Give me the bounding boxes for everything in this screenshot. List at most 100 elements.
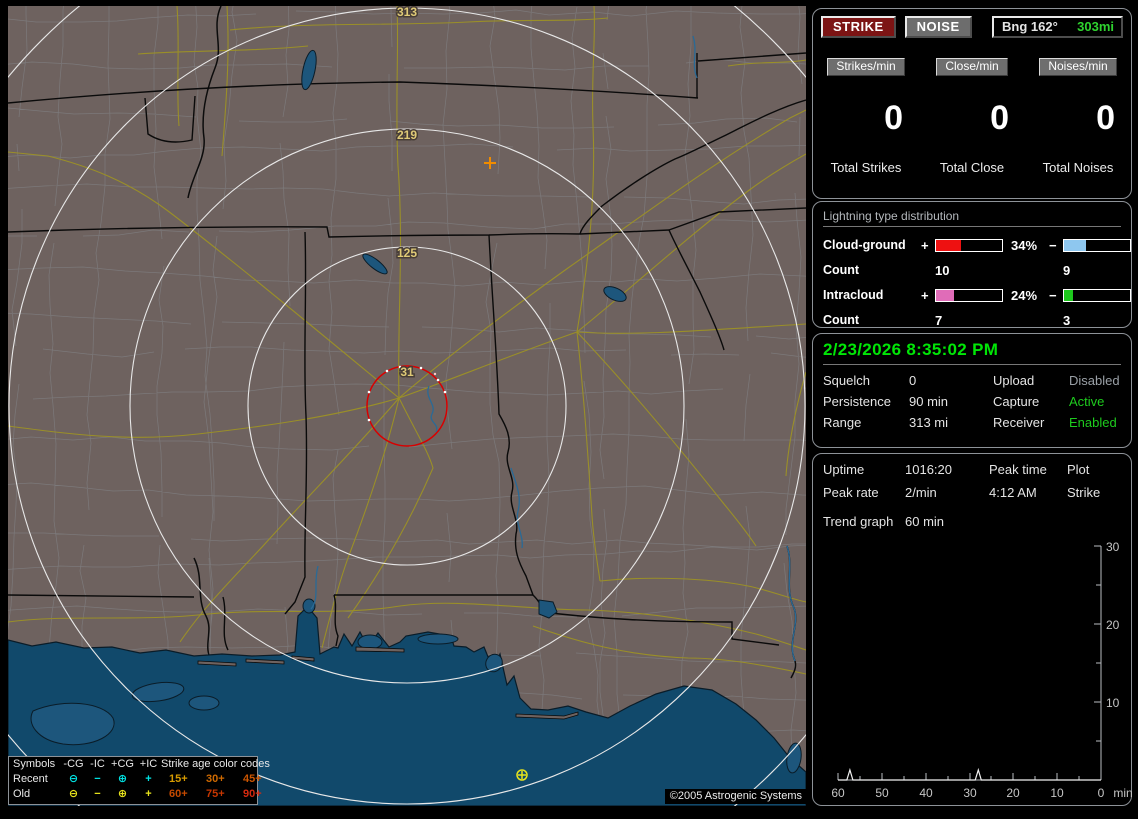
upload-value: Disabled	[1069, 373, 1120, 388]
peak-rate-label: Peak rate	[823, 485, 879, 500]
trend-axes	[837, 545, 1102, 781]
legend-age-header: Strike age color codes	[161, 758, 270, 770]
squelch-value: 0	[909, 373, 917, 388]
ic-minus-bar	[1063, 288, 1131, 302]
intracloud-label: Intracloud	[823, 288, 884, 302]
svg-text:30: 30	[963, 786, 977, 800]
legend-col-neg-cg: -CG	[63, 758, 84, 770]
ring-label-313: 313	[397, 6, 417, 19]
trend-window-value: 60 min	[905, 514, 945, 529]
age-75: 75+	[206, 788, 225, 800]
peak-rate-value: 2/min	[905, 485, 937, 500]
cg-plus-pct: 34%	[1011, 237, 1038, 253]
age-90: 90+	[243, 788, 262, 800]
cloud-ground-row: Cloud-ground + 34% − 31%	[823, 233, 1131, 257]
svg-text:0: 0	[1098, 786, 1105, 800]
legend-symbols-header: Symbols	[13, 758, 56, 770]
legend-recent-label: Recent	[13, 773, 48, 785]
lightning-map[interactable]: 313 219 125 31 Symbols -CG -IC +CG +IC S…	[8, 6, 806, 806]
peak-time-value: 4:12 AM	[989, 485, 1037, 500]
bearing-label: Bng 162°	[1002, 19, 1058, 34]
legend-old-label: Old	[13, 788, 31, 800]
minus-sign: −	[1049, 287, 1057, 303]
legend-old-row: Old ⊖ − ⊕ + 60+ 75+ 90+	[9, 787, 262, 802]
plus-cg-recent-icon: ⊕	[117, 773, 128, 785]
copyright-text: ©2005 Astrogenic Systems	[664, 789, 806, 804]
total-noises-label: Total Noises	[1042, 160, 1114, 175]
ring-label-219: 219	[397, 128, 417, 142]
cg-count-label: Count	[823, 263, 860, 277]
noise-button[interactable]: NOISE	[904, 16, 972, 38]
minus-sign: −	[1049, 237, 1057, 253]
app-window: { "map": { "ring_labels": ["313","219","…	[0, 0, 1138, 812]
ic-minus-count: 3	[1063, 312, 1071, 328]
datetime-display: 2/23/2026 8:35:02 PM	[823, 340, 1121, 365]
svg-text:20: 20	[1106, 618, 1120, 632]
trend-y-tick-labels: 30 20 10	[1106, 540, 1120, 710]
minus-cg-old-icon: ⊖	[68, 788, 79, 800]
plot-label: Plot	[1067, 462, 1090, 477]
lightning-distribution-panel: Lightning type distribution Cloud-ground…	[812, 201, 1132, 328]
ic-plus-pct: 24%	[1011, 287, 1038, 303]
svg-text:50: 50	[875, 786, 889, 800]
close-rate-value: 0	[990, 99, 1009, 137]
trend-x-tick-labels: 60 50 40 30 20 10 0 min	[831, 786, 1132, 800]
trend-graph: 30 20 10 60 50 40 30 20 10 0 min	[831, 540, 1132, 800]
status-panel: 2/23/2026 8:35:02 PM Squelch 0 Upload Di…	[812, 333, 1132, 448]
svg-text:30: 30	[1106, 540, 1120, 554]
total-strikes-label: Total Strikes	[830, 160, 902, 175]
noises-rate-value: 0	[1096, 99, 1115, 137]
cg-plus-bar	[935, 238, 1003, 252]
legend-col-pos-ic: +IC	[139, 758, 158, 770]
strike-counters-panel: STRIKE NOISE Bng 162° 303mi Strikes/min …	[812, 8, 1132, 214]
uptime-label: Uptime	[823, 462, 865, 477]
legend-col-pos-cg: +CG	[111, 758, 134, 770]
intracloud-row: Intracloud + 24% − 10%	[823, 283, 1131, 307]
distribution-title: Lightning type distribution	[823, 209, 1121, 227]
minus-cg-recent-icon: ⊖	[68, 773, 79, 785]
squelch-label: Squelch	[823, 373, 870, 388]
capture-value: Active	[1069, 394, 1105, 409]
bearing-distance: 303mi	[1077, 19, 1114, 34]
strikes-per-min-chip[interactable]: Strikes/min	[827, 58, 905, 76]
strike-button[interactable]: STRIKE	[821, 16, 896, 38]
minus-ic-recent-icon: −	[94, 773, 101, 785]
range-value: 313 mi	[909, 415, 949, 430]
cg-minus-bar	[1063, 238, 1131, 252]
svg-text:min: min	[1113, 786, 1132, 800]
minus-ic-old-icon: −	[94, 788, 101, 800]
legend-recent-row: Recent ⊖ − ⊕ + 15+ 30+ 45+	[9, 772, 262, 787]
strikes-rate-value: 0	[884, 99, 903, 137]
map-legend: Symbols -CG -IC +CG +IC Strike age color…	[8, 756, 270, 805]
svg-text:40: 40	[919, 786, 933, 800]
plus-sign: +	[921, 237, 929, 253]
age-45: 45+	[243, 773, 262, 785]
cg-count-row: Count 10 9	[823, 257, 1121, 283]
age-30: 30+	[206, 773, 225, 785]
receiver-label: Receiver	[993, 415, 1045, 430]
svg-text:10: 10	[1106, 696, 1120, 710]
range-label: Range	[823, 415, 862, 430]
persistence-label: Persistence	[823, 394, 891, 409]
bearing-indicator: Bng 162° 303mi	[992, 16, 1123, 38]
trend-graph-label: Trend graph	[823, 514, 894, 529]
noises-per-min-chip[interactable]: Noises/min	[1039, 58, 1117, 76]
close-per-min-chip[interactable]: Close/min	[936, 58, 1008, 76]
total-close-label: Total Close	[939, 160, 1005, 175]
plus-cg-old-icon: ⊕	[117, 788, 128, 800]
legend-header-row: Symbols -CG -IC +CG +IC Strike age color…	[9, 757, 270, 772]
plus-ic-old-icon: +	[145, 788, 152, 800]
svg-text:60: 60	[831, 786, 845, 800]
ic-plus-bar	[935, 288, 1003, 302]
capture-label: Capture	[993, 394, 1040, 409]
cg-plus-count: 10	[935, 262, 950, 278]
plus-sign: +	[921, 287, 929, 303]
persistence-value: 90 min	[909, 394, 949, 409]
ic-count-row: Count 7 3	[823, 307, 1121, 333]
legend-col-neg-ic: -IC	[90, 758, 105, 770]
age-60: 60+	[169, 788, 188, 800]
cg-minus-count: 9	[1063, 262, 1071, 278]
ring-label-31: 31	[400, 365, 414, 379]
map-canvas: 313 219 125 31	[8, 6, 806, 806]
uptime-trend-panel: Uptime 1016:20 Peak time Plot Peak rate …	[812, 453, 1133, 806]
